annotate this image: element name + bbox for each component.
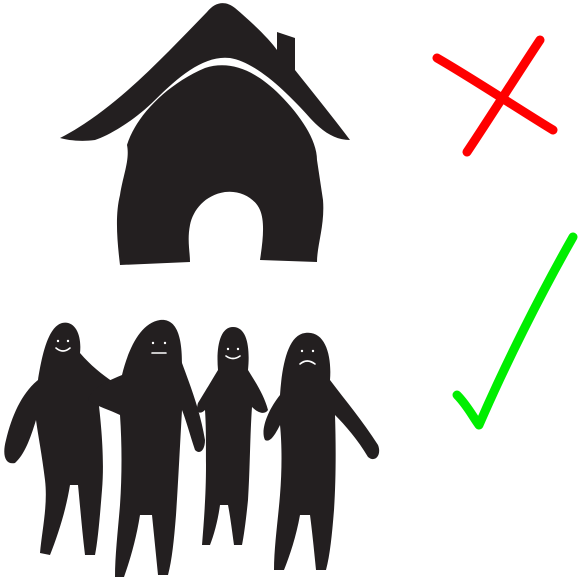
checkmark-icon [445, 225, 579, 435]
person-icon [197, 327, 268, 545]
person-icon [263, 332, 380, 570]
house-icon [55, 0, 360, 268]
person-icon [88, 319, 205, 577]
illustration-canvas [0, 0, 579, 580]
group-of-people-icon [0, 315, 392, 580]
person-icon [4, 322, 119, 555]
cross-icon [425, 30, 565, 165]
